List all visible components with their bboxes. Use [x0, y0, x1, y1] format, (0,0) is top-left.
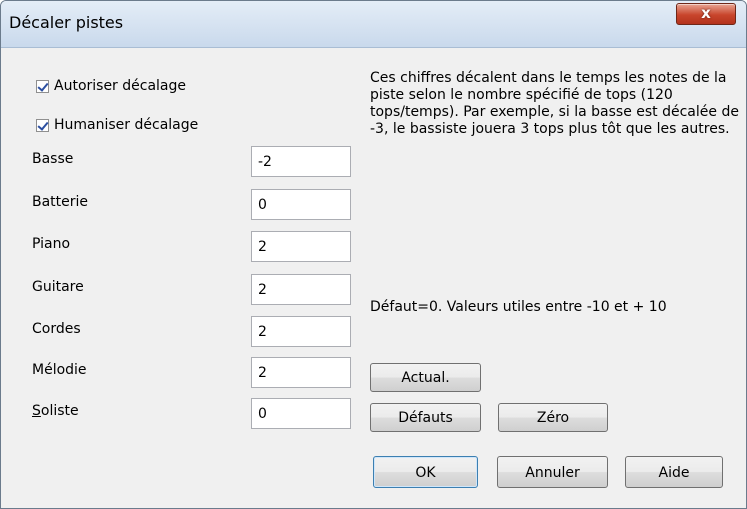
soloist-label: Soliste: [32, 403, 79, 419]
cancel-button[interactable]: Annuler: [497, 456, 608, 488]
dialog-window: Décaler pistes x Autoriser décalage Huma…: [0, 0, 747, 509]
bass-offset-input[interactable]: [251, 146, 351, 177]
humanize-offset-checkbox-row[interactable]: Humaniser décalage: [36, 117, 198, 133]
soloist-label-accesskey: S: [32, 403, 41, 419]
defaults-info-text: Défaut=0. Valeurs utiles entre -10 et + …: [370, 299, 667, 315]
guitar-label: Guitare: [32, 279, 84, 295]
window-title: Décaler pistes: [9, 13, 124, 32]
melody-label: Mélodie: [32, 362, 87, 378]
help-button[interactable]: Aide: [625, 456, 723, 488]
soloist-label-rest: oliste: [40, 403, 79, 419]
title-bar[interactable]: Décaler pistes x: [1, 1, 746, 48]
guitar-offset-input[interactable]: [251, 274, 351, 305]
melody-offset-input[interactable]: [251, 357, 351, 388]
zero-button[interactable]: Zéro: [498, 403, 608, 432]
close-button[interactable]: x: [676, 3, 736, 25]
allow-offset-checkbox-row[interactable]: Autoriser décalage: [36, 78, 186, 94]
ok-button[interactable]: OK: [373, 456, 478, 488]
drums-offset-input[interactable]: [251, 189, 351, 220]
drums-label: Batterie: [32, 194, 89, 210]
humanize-offset-label: Humaniser décalage: [54, 117, 199, 133]
soloist-offset-input[interactable]: [251, 398, 351, 429]
piano-offset-input[interactable]: [251, 231, 351, 262]
close-icon: x: [701, 4, 711, 22]
update-button[interactable]: Actual.: [370, 363, 481, 392]
humanize-offset-checkbox[interactable]: [36, 118, 49, 132]
defaults-button[interactable]: Défauts: [370, 403, 481, 432]
bass-label: Basse: [32, 151, 74, 167]
dialog-client-area: Autoriser décalage Humaniser décalage Ba…: [1, 48, 746, 508]
allow-offset-checkbox[interactable]: [36, 79, 49, 93]
allow-offset-label: Autoriser décalage: [54, 78, 187, 94]
strings-offset-input[interactable]: [251, 316, 351, 347]
offset-description: Ces chiffres décalent dans le temps les …: [370, 70, 739, 137]
piano-label: Piano: [32, 236, 71, 252]
strings-label: Cordes: [32, 321, 81, 337]
